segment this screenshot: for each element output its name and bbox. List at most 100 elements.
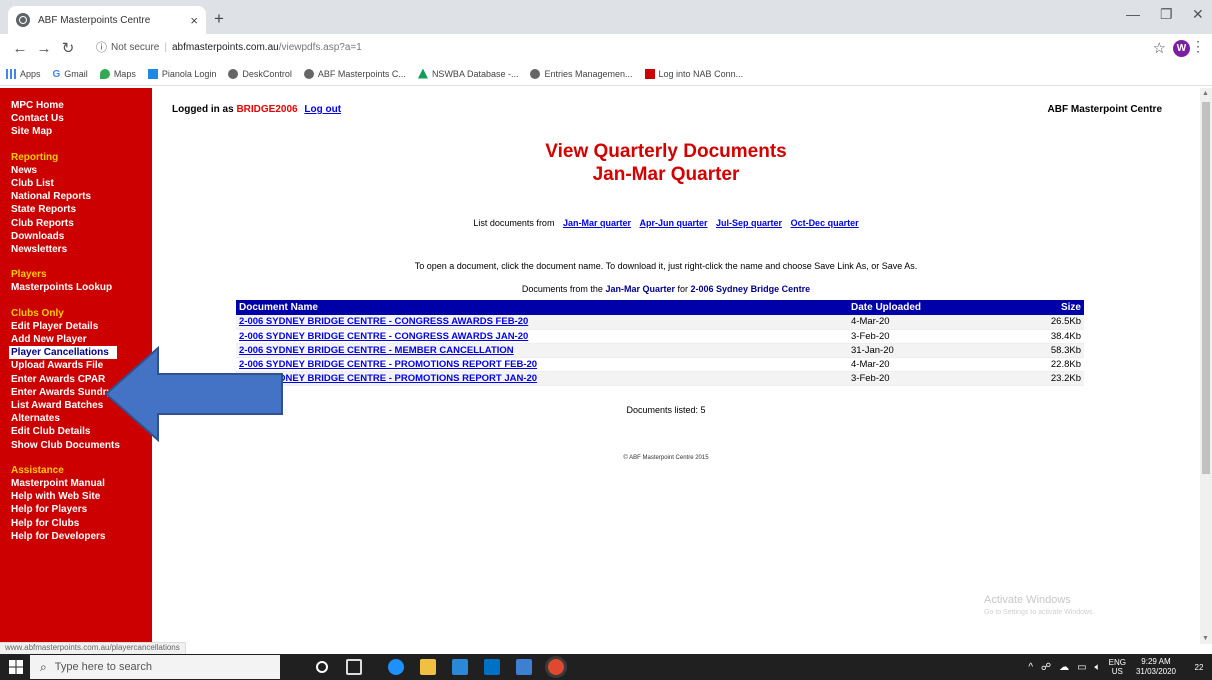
sidebar-item-help-web-site[interactable]: Help with Web Site: [11, 490, 152, 503]
quarter-selector: List documents from Jan-Mar quarter Apr-…: [152, 218, 1180, 228]
page-title: View Quarterly Documents: [545, 141, 787, 162]
taskbar-search[interactable]: ⌕ Type here to search: [30, 655, 280, 679]
document-cell: 2-006 SYDNEY BRIDGE CENTRE - MEMBER CANC…: [236, 343, 848, 358]
windows-start-icon[interactable]: [8, 659, 24, 675]
lang-bottom: US: [1111, 667, 1123, 676]
tray-chevron-icon[interactable]: ^: [1028, 662, 1033, 673]
outlook-icon[interactable]: [484, 659, 500, 675]
docs-from-prefix: Documents from the: [521, 284, 603, 294]
sidebar-item-mpc-home[interactable]: MPC Home: [11, 99, 152, 112]
close-window-icon[interactable]: ✕: [1192, 6, 1204, 23]
task-view-icon[interactable]: [346, 659, 362, 675]
sidebar-item-news[interactable]: News: [11, 164, 152, 177]
maximize-icon[interactable]: ❐: [1160, 6, 1173, 23]
documents-table: Document Name Date Uploaded Size 2-006 S…: [236, 300, 1084, 386]
notifications-icon[interactable]: 22: [1186, 654, 1212, 680]
sidebar-item-edit-player-details[interactable]: Edit Player Details: [11, 320, 152, 333]
drive-icon: [417, 68, 428, 79]
scroll-up-icon[interactable]: ▲: [1202, 90, 1209, 97]
size-cell: 23.2Kb: [1018, 371, 1084, 386]
quarter-link-oct-dec[interactable]: Oct-Dec quarter: [791, 218, 859, 228]
sidebar-item-downloads[interactable]: Downloads: [11, 230, 152, 243]
sidebar-item-national-reports[interactable]: National Reports: [11, 190, 152, 203]
new-tab-icon[interactable]: +: [214, 9, 224, 29]
cloud-icon[interactable]: ☁: [1059, 662, 1069, 673]
not-secure-label: Not secure: [111, 41, 160, 53]
notification-count: 22: [1194, 662, 1204, 672]
blue-arrow-annotation: [104, 346, 283, 442]
mail-icon[interactable]: [516, 659, 532, 675]
bookmark-maps[interactable]: Maps: [99, 68, 136, 79]
sidebar-item-masterpoints-lookup[interactable]: Masterpoints Lookup: [11, 281, 152, 294]
document-cell: 2-006 SYDNEY BRIDGE CENTRE - PROMOTIONS …: [236, 357, 848, 372]
page-scrollbar[interactable]: ▲ ▼: [1200, 88, 1212, 644]
google-icon: G: [52, 68, 61, 80]
document-link[interactable]: 2-006 SYDNEY BRIDGE CENTRE - CONGRESS AW…: [239, 331, 528, 342]
bookmark-apps[interactable]: Apps: [6, 68, 41, 79]
bookmark-star-icon[interactable]: ☆: [1153, 39, 1166, 57]
site-brand: ABF Masterpoint Centre: [1047, 104, 1162, 115]
quarter-link-apr-jun[interactable]: Apr-Jun quarter: [640, 218, 708, 228]
info-icon[interactable]: ⓘ: [96, 39, 107, 55]
sidebar-item-contact-us[interactable]: Contact Us: [11, 112, 152, 125]
search-placeholder: Type here to search: [54, 661, 152, 673]
bookmark-nab[interactable]: Log into NAB Conn...: [644, 68, 743, 79]
activate-windows-title: Activate Windows: [984, 594, 1071, 606]
sidebar-item-site-map[interactable]: Site Map: [11, 125, 152, 138]
date-cell: 3-Feb-20: [848, 371, 1018, 386]
network-icon[interactable]: ☍: [1041, 662, 1051, 673]
forward-icon[interactable]: →: [32, 40, 56, 57]
taskbar-clock[interactable]: 9:29 AM 31/03/2020: [1136, 657, 1176, 677]
input-language[interactable]: ENG US: [1109, 658, 1126, 676]
logout-link[interactable]: Log out: [304, 104, 341, 115]
sidebar-item-help-clubs[interactable]: Help for Clubs: [11, 517, 152, 530]
apps-grid-icon: [6, 68, 16, 79]
col-size: Size: [1018, 300, 1084, 315]
search-icon: ⌕: [40, 659, 47, 674]
chrome-icon[interactable]: [548, 659, 564, 675]
menu-kebab-icon[interactable]: ⋮: [1191, 38, 1205, 55]
sidebar-item-club-reports[interactable]: Club Reports: [11, 217, 152, 230]
battery-icon[interactable]: ▭: [1077, 662, 1086, 673]
sidebar-item-masterpoint-manual[interactable]: Masterpoint Manual: [11, 477, 152, 490]
sidebar-item-add-new-player[interactable]: Add New Player: [11, 333, 152, 346]
quarter-link-jul-sep[interactable]: Jul-Sep quarter: [716, 218, 782, 228]
tab-close-icon[interactable]: ×: [190, 13, 198, 28]
cortana-icon[interactable]: [316, 661, 328, 673]
sidebar-item-help-developers[interactable]: Help for Developers: [11, 530, 152, 543]
bookmark-entries[interactable]: Entries Managemen...: [530, 68, 633, 79]
bookmark-abf[interactable]: ABF Masterpoints C...: [303, 68, 406, 79]
sidebar-item-player-cancellations[interactable]: Player Cancellations: [9, 346, 117, 360]
volume-icon[interactable]: 🔈︎: [1095, 662, 1101, 673]
scroll-down-icon[interactable]: ▼: [1202, 635, 1209, 642]
quarter-link-jan-mar[interactable]: Jan-Mar quarter: [563, 218, 631, 228]
reload-icon[interactable]: ↻: [56, 39, 80, 57]
store-icon[interactable]: [452, 659, 468, 675]
size-cell: 22.8Kb: [1018, 357, 1084, 372]
minimize-icon[interactable]: —: [1126, 6, 1140, 22]
address-bar[interactable]: ⓘ Not secure | abfmasterpoints.com.au /v…: [96, 39, 362, 55]
back-icon[interactable]: ←: [8, 40, 32, 57]
profile-avatar[interactable]: W: [1173, 40, 1190, 57]
edge-icon[interactable]: [388, 659, 404, 675]
lang-top: ENG: [1108, 658, 1126, 667]
file-explorer-icon[interactable]: [420, 659, 436, 675]
date-cell: 31-Jan-20: [848, 343, 1018, 358]
sidebar-item-help-players[interactable]: Help for Players: [11, 503, 152, 516]
table-row: 2-006 SYDNEY BRIDGE CENTRE - PROMOTIONS …: [236, 357, 1084, 372]
sidebar-item-state-reports[interactable]: State Reports: [11, 203, 152, 216]
document-link[interactable]: 2-006 SYDNEY BRIDGE CENTRE - CONGRESS AW…: [239, 316, 528, 327]
bookmark-nswba[interactable]: NSWBA Database -...: [417, 68, 518, 79]
sidebar-item-newsletters[interactable]: Newsletters: [11, 243, 152, 256]
size-cell: 58.3Kb: [1018, 343, 1084, 358]
scrollbar-thumb[interactable]: [1202, 102, 1210, 474]
document-cell: 2-006 SYDNEY BRIDGE CENTRE - PROMOTIONS …: [236, 371, 848, 386]
browser-tab[interactable]: ABF Masterpoints Centre ×: [8, 6, 206, 34]
bookmark-deskcontrol[interactable]: DeskControl: [228, 68, 292, 79]
bookmark-gmail[interactable]: G Gmail: [52, 68, 88, 80]
screen: { "browser": { "tab_title": "ABF Masterp…: [0, 0, 1212, 680]
globe-icon: [228, 68, 239, 79]
bookmark-pianola[interactable]: Pianola Login: [147, 68, 216, 79]
documents-from-line: Documents from the Jan-Mar Quarter for 2…: [152, 284, 1180, 294]
sidebar-item-club-list[interactable]: Club List: [11, 177, 152, 190]
